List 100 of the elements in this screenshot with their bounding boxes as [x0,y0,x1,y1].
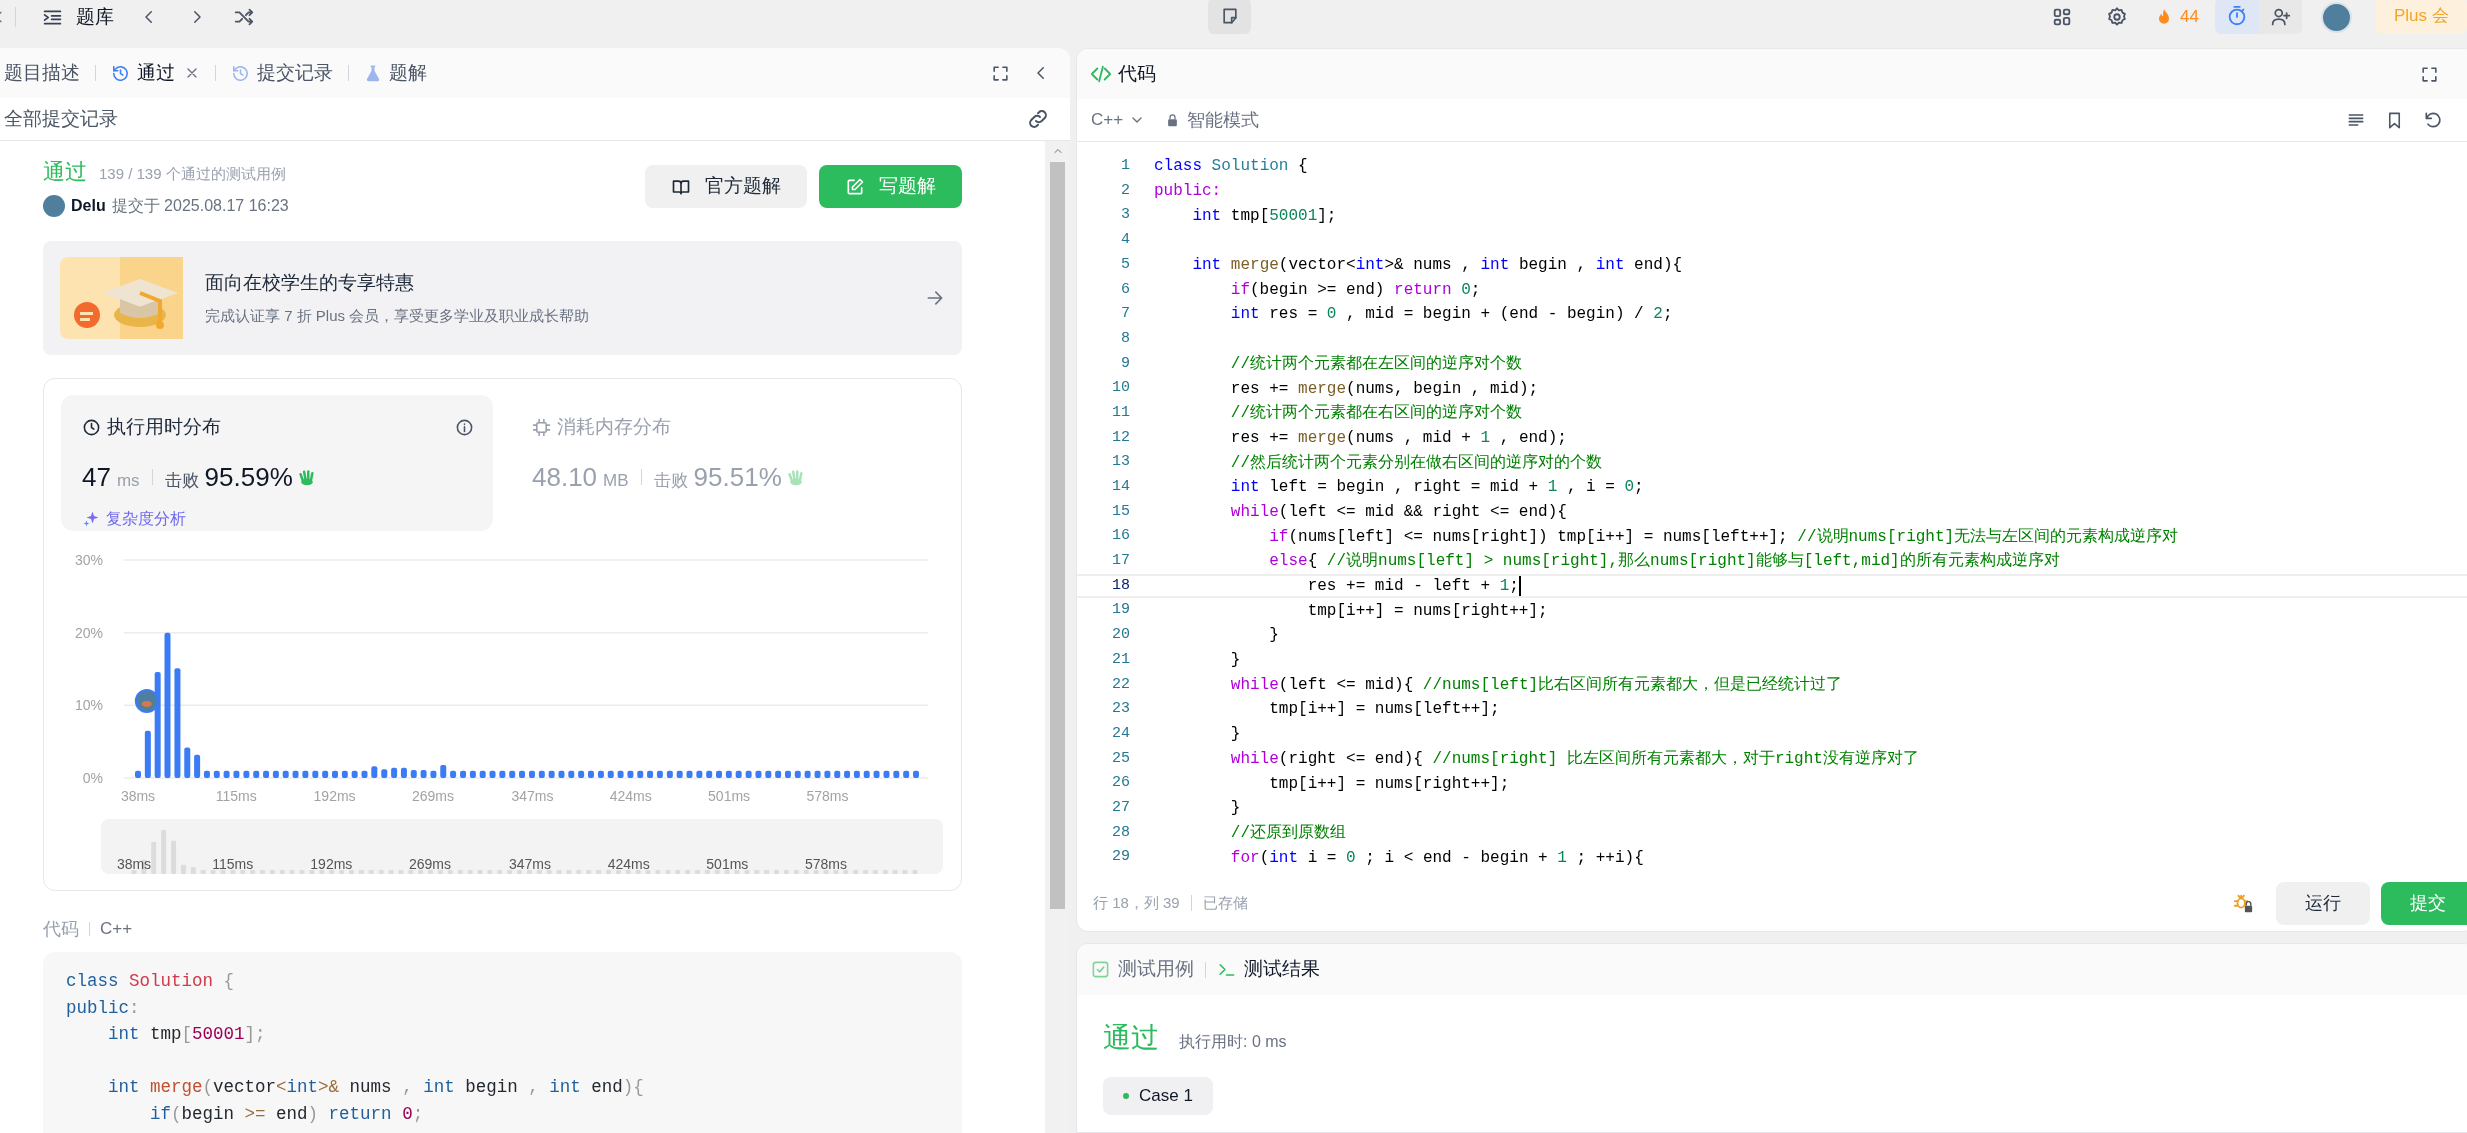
line-number: 20 [1111,625,1130,646]
stat-value: 47 [82,460,111,494]
axis-label: 347ms [508,856,551,872]
histogram-bar [420,770,427,778]
histogram-bar [410,770,417,778]
arrow-right-icon[interactable] [925,288,945,308]
grid-icon[interactable] [2051,6,2073,28]
line-number: 18 [1111,575,1130,596]
range-selector[interactable]: 38ms 115ms 192ms 269ms 347ms 424ms 501ms 578ms [101,819,943,874]
code-line: res += merge(nums, begin , mid); [1229,378,1539,400]
shuffle-icon[interactable] [233,6,255,28]
code-line: tmp[i++] = nums[right++]; [1268,773,1510,795]
histogram-bar [243,770,250,778]
problem-list-link[interactable]: 题库 [76,2,114,32]
axis-label: 192ms [310,856,353,872]
histogram-bar [351,770,358,778]
histogram-bar [873,770,880,778]
histogram-bar [903,770,910,778]
stat-unit: MB [603,469,629,492]
scrollbar-thumb[interactable] [1050,162,1065,909]
line-number: 15 [1111,501,1130,522]
histogram-bar [863,770,870,778]
histogram-bar [272,770,279,778]
note-button[interactable] [1208,0,1251,34]
histogram-bar [656,770,663,778]
histogram-bar [647,770,654,778]
histogram-bar [893,770,900,778]
info-icon[interactable] [455,417,474,437]
code-line: res += merge(nums , mid + 1 , end); [1229,427,1567,449]
code-line: tmp[i++] = nums[right++]; [1306,600,1548,622]
line-number: 22 [1111,674,1130,695]
fullscreen-icon[interactable] [2420,64,2439,84]
tab[interactable]: 测试结果 [1217,955,1320,984]
code-line: int merge(vector<int>& nums , int begin , int end){ [1191,255,1683,277]
histogram-bar [430,770,437,778]
line-number: 12 [1111,427,1130,448]
user-name[interactable]: Delu [71,194,106,218]
line-number: 26 [1111,773,1130,794]
axis-label: 10% [74,697,103,714]
clapping-hand-icon [296,467,317,487]
settings-icon[interactable] [2106,6,2128,28]
tab[interactable]: 通过 [107,57,204,89]
code-icon [1090,63,1112,85]
axis-label: 578ms [806,788,849,804]
beat-label: 击败 [653,469,688,492]
axis-label: 38ms [120,788,156,804]
status-text: 通过 [43,158,87,186]
code-line: while(right <= end){ //nums[right] 比左区间所有元素都大，对于right没有逆序对了 [1229,748,1919,770]
tab[interactable]: 提交记录 [227,57,337,89]
line-number: 2 [1120,180,1130,201]
debug-icon[interactable] [2232,892,2254,914]
avatar[interactable] [2320,1,2352,33]
code-line: int tmp[50001]; [1191,205,1337,227]
complexity-analysis-link[interactable]: 复杂度分析 [106,506,186,531]
language-dropdown[interactable]: C++ [1091,107,1146,133]
histogram-bar [302,770,309,778]
stat-value: 48.10 [532,460,598,494]
histogram-bar [725,770,732,778]
tab[interactable]: 题解 [360,57,431,89]
axis-label: 269ms [411,788,454,804]
case-tab[interactable]: Case 1 [1103,1077,1213,1115]
histogram-bar [450,770,457,778]
code-line: int tmp[50001]; [107,1023,266,1047]
code-line: for(int i = 0 ; i < end - begin + 1 ; ++i){ [1229,847,1644,869]
clapping-hand-icon [785,467,806,487]
line-number: 17 [1111,551,1130,572]
beat-label: 击败 [164,469,199,492]
promo-banner[interactable]: 面向在校学生的专享特惠 完成认证享 7 折 Plus 会员，享受更多学业及职业成长帮助 [43,241,962,355]
code-line: } [1229,724,1241,746]
timer-button[interactable] [2214,0,2259,34]
stat-tab[interactable]: 执行用时分布 47 ms 击败 95.59% 复杂度分析 [61,395,493,531]
run-button[interactable]: 运行 [2276,881,2370,925]
fullscreen-icon[interactable] [991,63,1010,83]
chip-icon [532,417,551,437]
link-icon[interactable] [1026,107,1050,131]
code-line: else{ //说明nums[left] > nums[right],那么nums[right]能够与[left,mid]的所有元素构成逆序对 [1268,550,2060,573]
line-number: 6 [1120,279,1130,300]
undo-icon[interactable] [2423,110,2443,130]
code-line: while(left <= mid){ //nums[left]比右区间所有元素都大，但是已经统计过了 [1229,674,1843,696]
code-line: //还原到原数组 [1229,822,1346,844]
histogram-bar [489,770,496,778]
section-title: 全部提交记录 [4,106,118,131]
histogram-bar [361,770,368,778]
histogram-bar [558,770,565,778]
axis-label: 578ms [805,856,848,872]
mode-label[interactable]: 智能模式 [1187,106,1260,134]
histogram-bar [341,770,348,778]
histogram-bar [735,770,742,778]
histogram-bar [696,770,703,778]
flask-icon [364,64,382,82]
stat-title: 执行用时分布 [107,415,221,439]
code-line: if(nums[left] <= nums[right]) tmp[i++] = nums[left++]; //说明nums[right]无法与左区间的元素构成逆序对 [1268,526,2179,548]
official-solution-button[interactable]: 官方题解 [645,165,807,208]
histogram-bar [587,770,594,778]
line-number: 11 [1111,402,1130,423]
histogram-bar [194,754,201,778]
histogram-bar [371,766,378,778]
scrollbar[interactable] [1045,141,1070,1133]
tab[interactable]: 题目描述 [0,57,84,89]
tab[interactable]: 测试用例 [1091,955,1194,984]
